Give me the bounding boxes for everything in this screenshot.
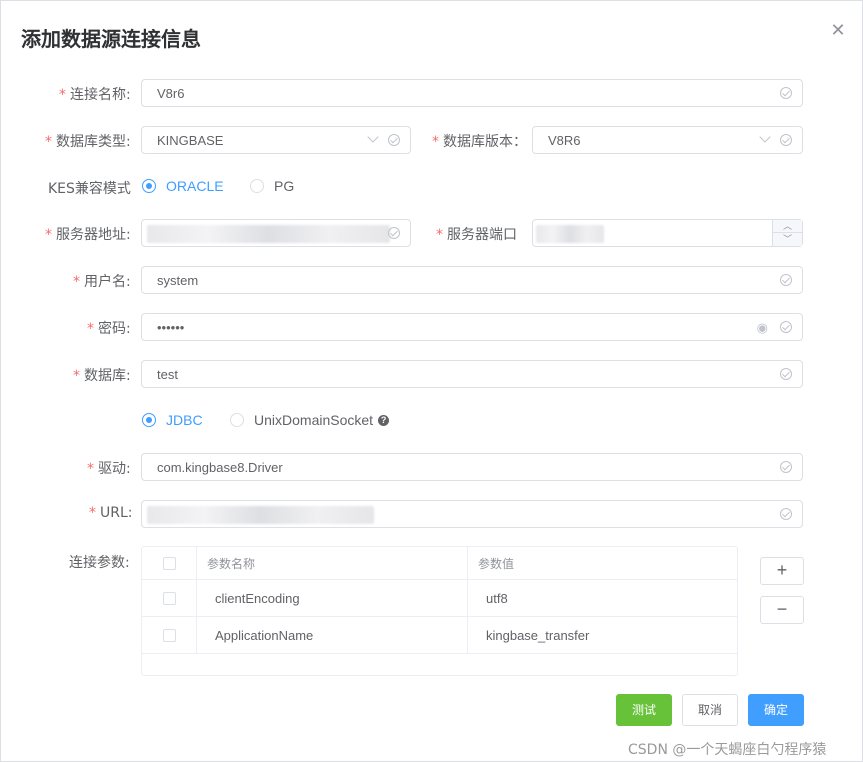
dialog-title: 添加数据源连接信息 bbox=[21, 27, 201, 51]
column-header: 参数名称 bbox=[197, 547, 468, 579]
port-stepper[interactable]: ︿ ﹀ bbox=[772, 220, 802, 246]
question-circle-icon[interactable]: ? bbox=[378, 414, 390, 426]
datasource-dialog: 添加数据源连接信息 ✕ * 连接名称: V8r6 * 数据库类型: KINGBASE… bbox=[0, 0, 863, 762]
param-name-cell[interactable]: ApplicationName bbox=[197, 617, 468, 653]
add-param-button[interactable]: + bbox=[760, 557, 804, 585]
close-icon[interactable]: ✕ bbox=[829, 21, 847, 39]
param-value-cell[interactable]: utf8 bbox=[468, 580, 737, 616]
params-label: 连接参数: bbox=[69, 555, 130, 571]
circle-check-icon bbox=[780, 368, 792, 380]
chevron-down-icon bbox=[366, 132, 380, 146]
driver-input[interactable]: com.kingbase8.Driver bbox=[141, 453, 803, 481]
redacted-value bbox=[147, 225, 390, 243]
circle-check-icon bbox=[780, 461, 792, 473]
radio-pg[interactable]: PG bbox=[250, 176, 294, 196]
param-name-cell[interactable]: clientEncoding bbox=[197, 580, 468, 616]
db-version-select[interactable]: V8R6 bbox=[532, 126, 803, 154]
eye-icon[interactable]: ◉ bbox=[757, 320, 768, 336]
database-input[interactable]: test bbox=[141, 360, 803, 388]
circle-check-icon bbox=[780, 321, 792, 333]
test-button[interactable]: 测试 bbox=[616, 694, 672, 726]
server-addr-label: * 服务器地址: bbox=[45, 227, 131, 243]
table-row[interactable]: clientEncoding utf8 bbox=[142, 580, 737, 617]
row-checkbox[interactable] bbox=[162, 591, 176, 605]
db-version-label: * 数据库版本： bbox=[432, 134, 527, 150]
circle-check-icon bbox=[388, 227, 400, 239]
remove-param-button[interactable]: − bbox=[760, 596, 804, 624]
redacted-value bbox=[147, 506, 374, 524]
db-type-label: * 数据库类型: bbox=[45, 134, 131, 150]
redacted-value bbox=[536, 225, 604, 243]
column-header: 参数值 bbox=[478, 556, 515, 571]
database-label: * 数据库: bbox=[73, 368, 131, 384]
circle-check-icon bbox=[780, 87, 792, 99]
conn-name-label: * 连接名称: bbox=[59, 87, 131, 103]
username-input[interactable]: system bbox=[141, 266, 803, 294]
server-addr-input[interactable] bbox=[141, 219, 411, 247]
chevron-up-icon[interactable]: ︿ bbox=[773, 220, 802, 233]
watermark: CSDN @一个天蝎座白勺程序猿 bbox=[628, 742, 827, 758]
chevron-down-icon bbox=[758, 132, 772, 146]
select-all-checkbox[interactable] bbox=[162, 556, 176, 570]
radio-unix-socket[interactable]: UnixDomainSocket? bbox=[230, 410, 390, 430]
db-type-select[interactable]: KINGBASE bbox=[141, 126, 411, 154]
password-input[interactable]: •••••• ◉ bbox=[141, 313, 803, 341]
radio-oracle[interactable]: ORACLE bbox=[142, 176, 224, 196]
url-input[interactable] bbox=[141, 500, 803, 528]
row-checkbox[interactable] bbox=[162, 628, 176, 642]
cancel-button[interactable]: 取消 bbox=[682, 694, 738, 726]
table-row[interactable]: ApplicationName kingbase_transfer bbox=[142, 617, 737, 654]
username-label: * 用户名: bbox=[73, 274, 131, 290]
url-label: * URL: bbox=[89, 505, 133, 521]
chevron-down-icon[interactable]: ﹀ bbox=[773, 233, 802, 246]
kes-mode-label: KES兼容模式 bbox=[48, 181, 131, 197]
server-port-label: * 服务器端口 bbox=[436, 227, 517, 243]
circle-check-icon bbox=[780, 508, 792, 520]
circle-check-icon bbox=[780, 274, 792, 286]
ok-button[interactable]: 确定 bbox=[748, 694, 804, 726]
params-table: 参数名称 参数值 clientEncoding utf8 Application… bbox=[141, 546, 738, 676]
server-port-input[interactable]: ︿ ﹀ bbox=[532, 219, 803, 247]
password-label: * 密码: bbox=[87, 321, 131, 337]
circle-check-icon bbox=[388, 134, 400, 146]
radio-jdbc[interactable]: JDBC bbox=[142, 410, 203, 430]
conn-name-input[interactable]: V8r6 bbox=[141, 79, 803, 107]
circle-check-icon bbox=[780, 134, 792, 146]
param-value-cell[interactable]: kingbase_transfer bbox=[468, 617, 737, 653]
driver-label: * 驱动: bbox=[87, 461, 131, 477]
table-header: 参数名称 参数值 bbox=[142, 547, 737, 580]
